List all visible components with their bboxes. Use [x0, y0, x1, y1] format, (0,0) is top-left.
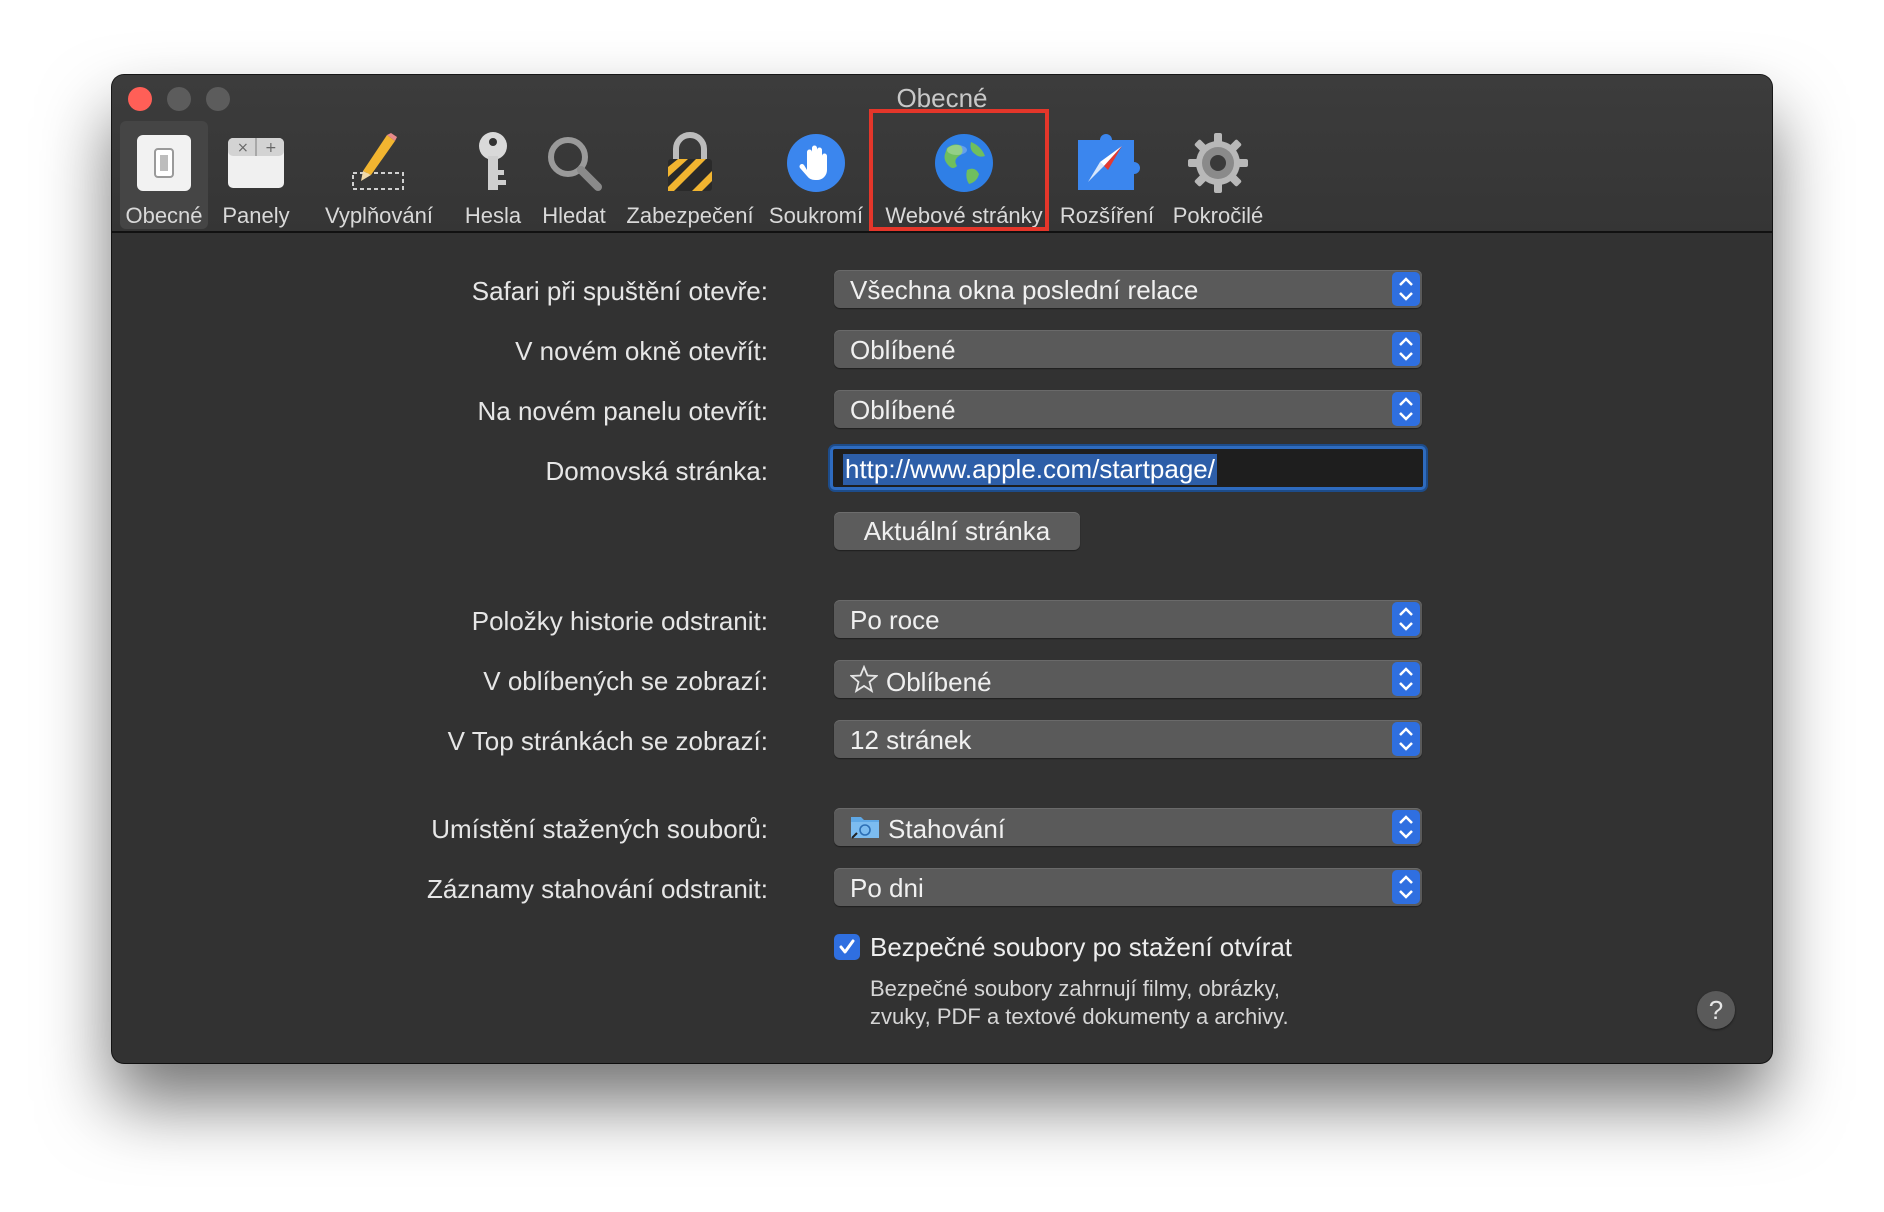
launch-popup[interactable]: Všechna okna poslední relace	[834, 270, 1422, 308]
new-window-value: Oblíbené	[850, 335, 956, 365]
row-launch: Safari při spuštění otevře: Všechna okna…	[112, 270, 1772, 310]
homepage-field[interactable]: http://www.apple.com/startpage/	[830, 446, 1426, 490]
download-location-popup[interactable]: Stahování	[834, 808, 1422, 846]
favorites-popup[interactable]: Oblíbené	[834, 660, 1422, 698]
tab-vyplnovani[interactable]: Vyplňování	[304, 121, 454, 229]
switch-icon	[128, 127, 200, 199]
homepage-label: Domovská stránka:	[545, 456, 768, 486]
launch-label: Safari při spuštění otevře:	[471, 276, 768, 306]
history-value: Po roce	[850, 605, 940, 635]
tab-obecne[interactable]: Obecné	[120, 121, 208, 229]
titlebar: Obecné Obecné × + Panely Vyplňování Hesl…	[112, 75, 1772, 233]
globe-icon	[928, 127, 1000, 199]
history-label: Položky historie odstranit:	[471, 606, 768, 636]
row-current-page: Aktuální stránka	[112, 512, 1772, 552]
row-download-removal: Záznamy stahování odstranit: Po dni	[112, 868, 1772, 908]
updown-chevron-icon	[1392, 332, 1420, 366]
row-new-window: V novém okně otevřít: Oblíbené	[112, 330, 1772, 370]
updown-chevron-icon	[1392, 602, 1420, 636]
download-location-value: Stahování	[888, 814, 1006, 844]
top-sites-value: 12 stránek	[850, 725, 972, 755]
key-icon	[457, 127, 529, 199]
tab-zabezpeceni[interactable]: Zabezpečení	[618, 121, 762, 229]
launch-value: Všechna okna poslední relace	[850, 275, 1199, 305]
updown-chevron-icon	[1392, 392, 1420, 426]
tabs-icon: × +	[220, 127, 292, 199]
favorites-label: V oblíbených se zobrazí:	[483, 666, 768, 696]
row-new-tab: Na novém panelu otevřít: Oblíbené	[112, 390, 1772, 430]
updown-chevron-icon	[1392, 662, 1420, 696]
row-homepage: Domovská stránka: http://www.apple.com/s…	[112, 446, 1772, 490]
top-sites-popup[interactable]: 12 stránek	[834, 720, 1422, 758]
window-title: Obecné	[896, 83, 988, 113]
tab-hledat[interactable]: Hledat	[532, 121, 616, 229]
new-tab-label: Na novém panelu otevřít:	[477, 396, 769, 426]
top-sites-label: V Top stránkách se zobrazí:	[447, 726, 768, 756]
homepage-value: http://www.apple.com/startpage/	[843, 454, 1217, 485]
preferences-window: Obecné Obecné × + Panely Vyplňování Hesl…	[112, 75, 1772, 1063]
open-safe-files-label[interactable]: Bezpečné soubory po stažení otvírat	[870, 932, 1292, 963]
safe-files-note-line2: zvuky, PDF a textové dokumenty a archivy…	[870, 1004, 1289, 1029]
download-removal-value: Po dni	[850, 873, 924, 903]
new-tab-popup[interactable]: Oblíbené	[834, 390, 1422, 428]
pencil-icon	[343, 127, 415, 199]
download-removal-popup[interactable]: Po dni	[834, 868, 1422, 906]
gear-icon	[1182, 127, 1254, 199]
new-window-popup[interactable]: Oblíbené	[834, 330, 1422, 368]
hand-icon	[780, 127, 852, 199]
help-button[interactable]: ?	[1697, 991, 1735, 1029]
safe-files-note-line1: Bezpečné soubory zahrnují filmy, obrázky…	[870, 976, 1281, 1001]
updown-chevron-icon	[1392, 870, 1420, 904]
magnifier-icon	[538, 127, 610, 199]
star-icon	[849, 664, 879, 700]
favorites-value: Oblíbené	[886, 667, 992, 697]
current-page-button[interactable]: Aktuální stránka	[834, 512, 1080, 550]
tab-pokrocile[interactable]: Pokročilé	[1164, 121, 1272, 229]
updown-chevron-icon	[1392, 810, 1420, 844]
tab-webove-stranky[interactable]: Webové stránky	[880, 121, 1048, 229]
tab-hesla[interactable]: Hesla	[456, 121, 530, 229]
padlock-icon	[654, 127, 726, 199]
new-window-label: V novém okně otevřít:	[515, 336, 768, 366]
download-removal-label: Záznamy stahování odstranit:	[426, 874, 768, 904]
updown-chevron-icon	[1392, 722, 1420, 756]
downloads-folder-icon	[850, 813, 880, 846]
row-top-sites: V Top stránkách se zobrazí: 12 stránek	[112, 720, 1772, 760]
tab-rozsireni[interactable]: Rozšíření	[1054, 121, 1160, 229]
row-download-location: Umístění stažených souborů: Stahování	[112, 808, 1772, 848]
open-safe-files-checkbox[interactable]	[834, 934, 860, 960]
svg-text:×: ×	[237, 140, 249, 156]
checkmark-icon	[839, 939, 855, 954]
new-tab-value: Oblíbené	[850, 395, 956, 425]
tab-soukromi[interactable]: Soukromí	[764, 121, 868, 229]
updown-chevron-icon	[1392, 272, 1420, 306]
tab-panely[interactable]: × + Panely	[210, 121, 302, 229]
row-favorites: V oblíbených se zobrazí: Oblíbené	[112, 660, 1772, 700]
row-history: Položky historie odstranit: Po roce	[112, 600, 1772, 640]
puzzle-compass-icon	[1071, 127, 1143, 199]
row-open-safe-files: Bezpečné soubory po stažení otvírat	[112, 932, 1772, 972]
history-popup[interactable]: Po roce	[834, 600, 1422, 638]
svg-text:+: +	[265, 140, 277, 156]
download-location-label: Umístění stažených souborů:	[431, 814, 768, 844]
